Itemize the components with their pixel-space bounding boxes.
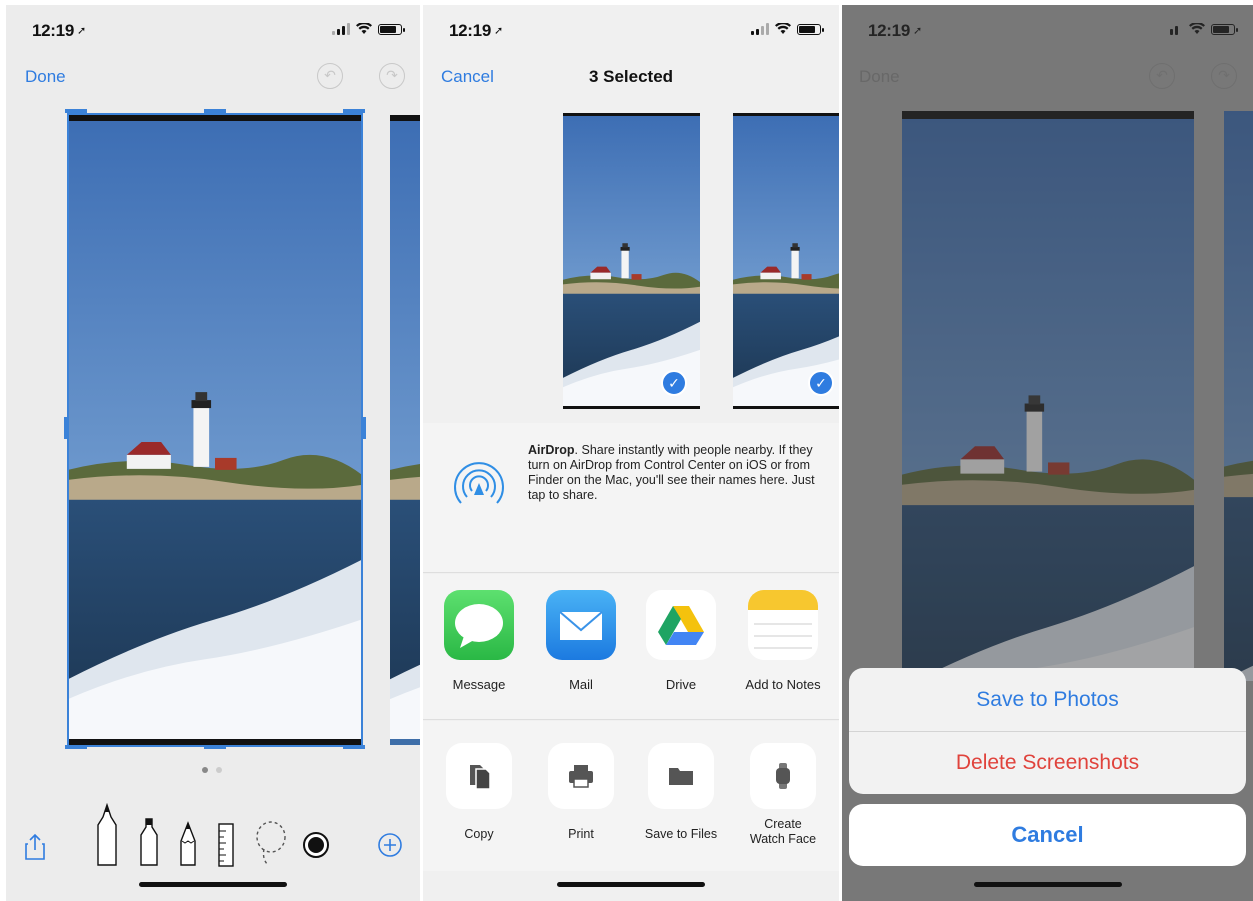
location-arrow-icon: ➚ [76,25,86,37]
share-app-drive[interactable]: Drive [631,590,731,692]
crop-frame[interactable] [67,113,363,747]
home-indicator [557,882,705,887]
crop-handle[interactable] [204,745,226,749]
crop-handle[interactable] [65,745,87,749]
messages-icon [444,590,514,660]
action-save-to-files[interactable]: Save to Files [631,743,731,842]
copy-icon [446,743,512,809]
status-time: 12:19 ➚ [449,21,503,40]
selected-thumbnail[interactable] [563,113,700,409]
crop-handle[interactable] [65,109,87,113]
checkmark-icon: ✓ [808,370,834,396]
markup-toolbar [6,795,420,875]
action-print[interactable]: Print [531,743,631,842]
share-app-mail[interactable]: Mail [531,590,631,692]
selected-thumbnail[interactable] [733,113,839,409]
save-panel: 12:19 ➚ Done ↶ ↷ Save to Photos Delete Sc… [842,5,1253,901]
crop-handle[interactable] [343,745,365,749]
crop-handle[interactable] [343,109,365,113]
next-screenshot-preview[interactable] [390,115,420,745]
google-drive-icon [646,590,716,660]
share-app-notes[interactable]: Add to Notes [733,590,833,692]
crop-handle[interactable] [362,417,366,439]
add-icon[interactable] [376,831,404,859]
cellular-signal-icon [332,23,350,35]
crop-handle[interactable] [64,417,68,439]
redo-icon[interactable]: ↷ [379,63,405,89]
markup-panel: 12:19 ➚ Done ↶ ↷ [6,5,420,901]
action-copy[interactable]: Copy [429,743,529,842]
action-row: Copy Print Save to Files Create Watch Fa… [423,721,839,871]
status-bar: 12:19 ➚ [423,19,839,43]
save-to-photos-button[interactable]: Save to Photos [849,668,1246,731]
ruler-icon[interactable] [218,823,234,867]
action-sheet: Save to Photos Delete Screenshots [849,668,1246,794]
delete-screenshots-button[interactable]: Delete Screenshots [849,731,1246,794]
cellular-signal-icon [751,23,769,35]
share-app-message[interactable]: Message [429,590,529,692]
wifi-icon [775,23,791,34]
battery-icon [378,23,405,35]
airdrop-icon [454,462,504,504]
battery-icon [797,23,824,35]
folder-icon [648,743,714,809]
location-arrow-icon: ➚ [493,25,503,37]
home-indicator [973,882,1122,887]
undo-icon[interactable]: ↶ [317,63,343,89]
share-icon[interactable] [24,833,46,861]
home-indicator [139,882,287,887]
pen-icon[interactable] [94,803,120,867]
checkmark-icon: ✓ [661,370,687,396]
cancel-button[interactable]: Cancel [849,804,1246,866]
app-share-row: Message Mail Drive Add to Notes [423,574,839,720]
pencil-icon[interactable] [178,821,198,867]
page-indicator [202,767,222,773]
color-picker-icon[interactable] [302,831,330,859]
print-icon [548,743,614,809]
wifi-icon [356,23,372,34]
watch-icon [750,743,816,809]
action-create-watch-face[interactable]: Create Watch Face [733,743,833,847]
done-button[interactable]: Done [25,67,66,87]
crop-handle[interactable] [204,109,226,113]
status-time: 12:19 ➚ [32,21,86,40]
lasso-icon[interactable] [254,819,288,867]
airdrop-section[interactable]: AirDrop. Share instantly with people nea… [423,423,839,573]
share-panel: 12:19 ➚ Cancel 3 Selected ✓ ✓ AirDrop. Sh… [423,5,839,901]
airdrop-description: AirDrop. Share instantly with people nea… [528,443,815,502]
marker-icon[interactable] [138,817,160,867]
mail-icon [546,590,616,660]
status-bar: 12:19 ➚ [6,19,420,43]
page-title: 3 Selected [588,67,674,86]
notes-icon [748,590,818,660]
